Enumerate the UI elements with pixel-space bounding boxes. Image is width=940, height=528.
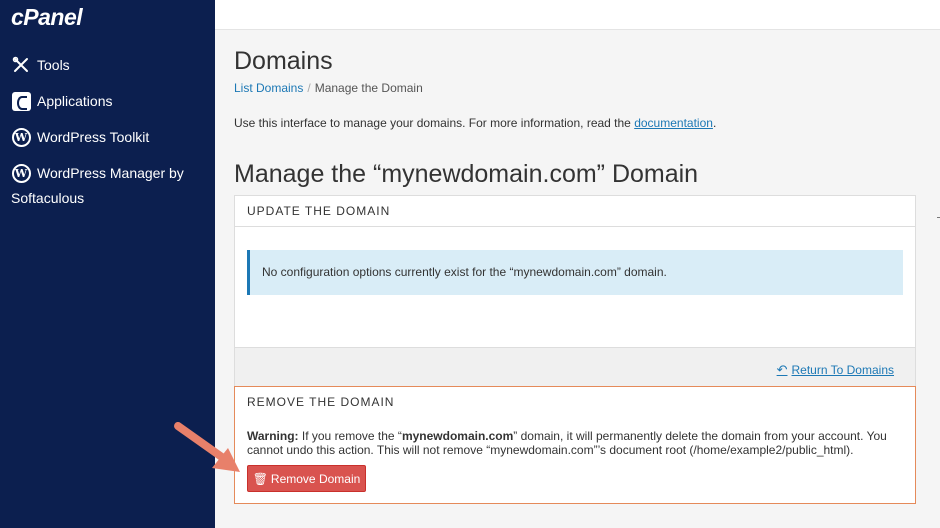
top-bar (215, 0, 940, 30)
section-title: Manage the “mynewdomain.com” Domain (234, 160, 699, 188)
page-title: Domains (234, 47, 333, 75)
remove-domain-button[interactable]: 🗑 Remove Domain (247, 465, 366, 492)
sidebar-item-label: Tools (37, 57, 70, 73)
wordpress-icon: W (11, 163, 31, 183)
undo-icon: ↶ (776, 362, 788, 377)
breadcrumb-separator: / (307, 81, 311, 95)
sidebar-item-wordpress-toolkit[interactable]: W WordPress Toolkit (11, 125, 149, 150)
remove-domain-heading: REMOVE THE DOMAIN (247, 395, 395, 409)
sidebar-item-label: WordPress Toolkit (37, 129, 150, 145)
sidebar-item-label-line2: Softaculous (11, 190, 85, 206)
sidebar-item-applications[interactable]: Applications (11, 89, 113, 114)
main-content: Domains List Domains / Manage the Domain U… (215, 30, 940, 528)
pointer-arrow-icon (174, 422, 240, 472)
cpanel-logo[interactable]: cPanel (11, 4, 83, 31)
breadcrumb-current: Manage the Domain (314, 81, 423, 95)
tools-icon (11, 55, 31, 75)
panel-footer: ↶ Return To Domains (235, 347, 915, 391)
info-alert: No configuration options currently exist… (247, 250, 903, 295)
applications-icon (11, 91, 31, 111)
remove-domain-panel: REMOVE THE DOMAIN Warning: If you remove… (234, 386, 916, 504)
return-to-domains-link[interactable]: ↶ Return To Domains (777, 362, 894, 378)
trash-icon: 🗑 (252, 471, 268, 486)
update-domain-panel: UPDATE THE DOMAIN No configuration optio… (234, 195, 916, 392)
update-domain-heading: UPDATE THE DOMAIN (235, 196, 915, 227)
sidebar-item-label: Applications (37, 93, 113, 109)
breadcrumb-list-domains-link[interactable]: List Domains (234, 81, 303, 95)
wordpress-icon: W (11, 127, 31, 147)
sidebar-item-label: WordPress Manager by (37, 165, 184, 181)
warning-text: Warning: If you remove the “mynewdomain.… (247, 429, 887, 457)
documentation-link[interactable]: documentation (634, 116, 713, 130)
intro-text: Use this interface to manage your domain… (234, 116, 717, 130)
sidebar-item-tools[interactable]: Tools (11, 53, 70, 78)
breadcrumb: List Domains / Manage the Domain (234, 81, 423, 95)
sidebar-item-wordpress-manager[interactable]: W WordPress Manager by Softaculous (11, 161, 211, 211)
